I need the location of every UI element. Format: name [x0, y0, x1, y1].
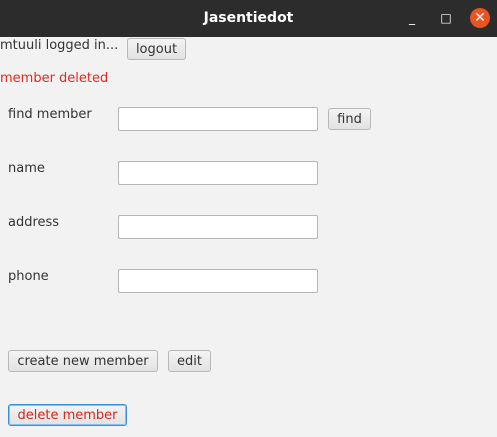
address-input[interactable]	[118, 215, 318, 239]
logged-in-status: mtuuli logged in...	[0, 38, 119, 53]
status-message: member deleted	[0, 71, 109, 86]
find-member-label: find member	[8, 107, 92, 122]
name-input[interactable]	[118, 161, 318, 185]
maximize-icon[interactable]: □	[436, 8, 456, 28]
logout-button[interactable]: logout	[127, 38, 186, 60]
address-label: address	[8, 215, 60, 230]
name-label: name	[8, 161, 45, 176]
window-title: Jasentiedot	[203, 10, 294, 26]
window-titlebar: Jasentiedot _ □ ✕	[0, 0, 497, 37]
phone-input[interactable]	[118, 269, 318, 293]
edit-button[interactable]: edit	[168, 350, 211, 372]
find-button[interactable]: find	[328, 108, 371, 130]
close-icon[interactable]: ✕	[470, 8, 490, 28]
minimize-icon[interactable]: _	[402, 8, 422, 28]
create-new-member-button[interactable]: create new member	[8, 350, 158, 372]
find-member-input[interactable]	[118, 107, 318, 131]
phone-label: phone	[8, 269, 49, 284]
delete-member-button[interactable]: delete member	[8, 404, 127, 426]
